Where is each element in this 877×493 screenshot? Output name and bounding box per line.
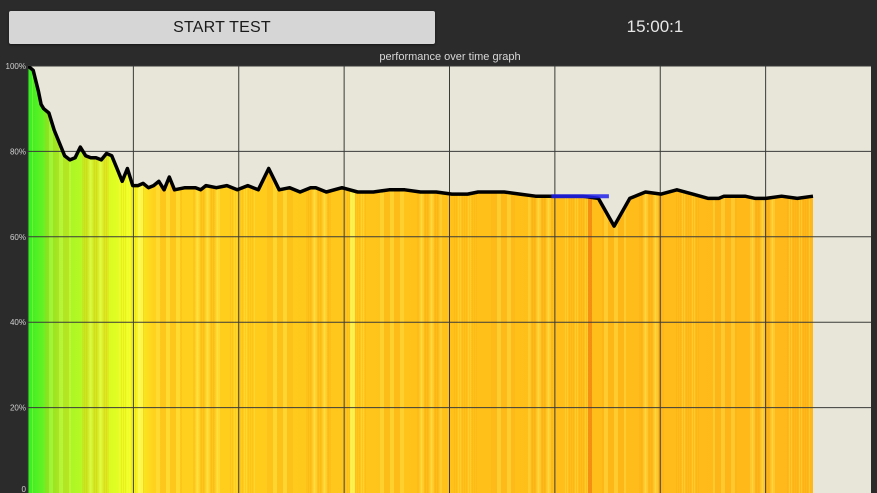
fill-streak <box>49 66 51 493</box>
y-tick-label: 20% <box>10 404 26 413</box>
fill-streak <box>32 66 33 493</box>
start-test-button[interactable]: START TEST <box>9 11 435 44</box>
timer-display: 15:00:1 <box>626 17 684 36</box>
fill-streak <box>47 66 49 493</box>
performance-chart: 0 20% 40% 60% 80% 100% <box>6 62 871 493</box>
y-tick-label: 100% <box>6 62 26 71</box>
y-tick-label: 40% <box>10 318 26 327</box>
y-tick-label: 0 <box>22 485 27 493</box>
chart-title: performance over time graph <box>379 51 521 63</box>
y-tick-label: 80% <box>10 147 26 156</box>
fill-streak <box>45 66 47 493</box>
app-window: 0 20% 40% 60% 80% 100% START TEST 15:00:1 per… <box>0 0 877 493</box>
y-tick-label: 60% <box>10 233 26 242</box>
